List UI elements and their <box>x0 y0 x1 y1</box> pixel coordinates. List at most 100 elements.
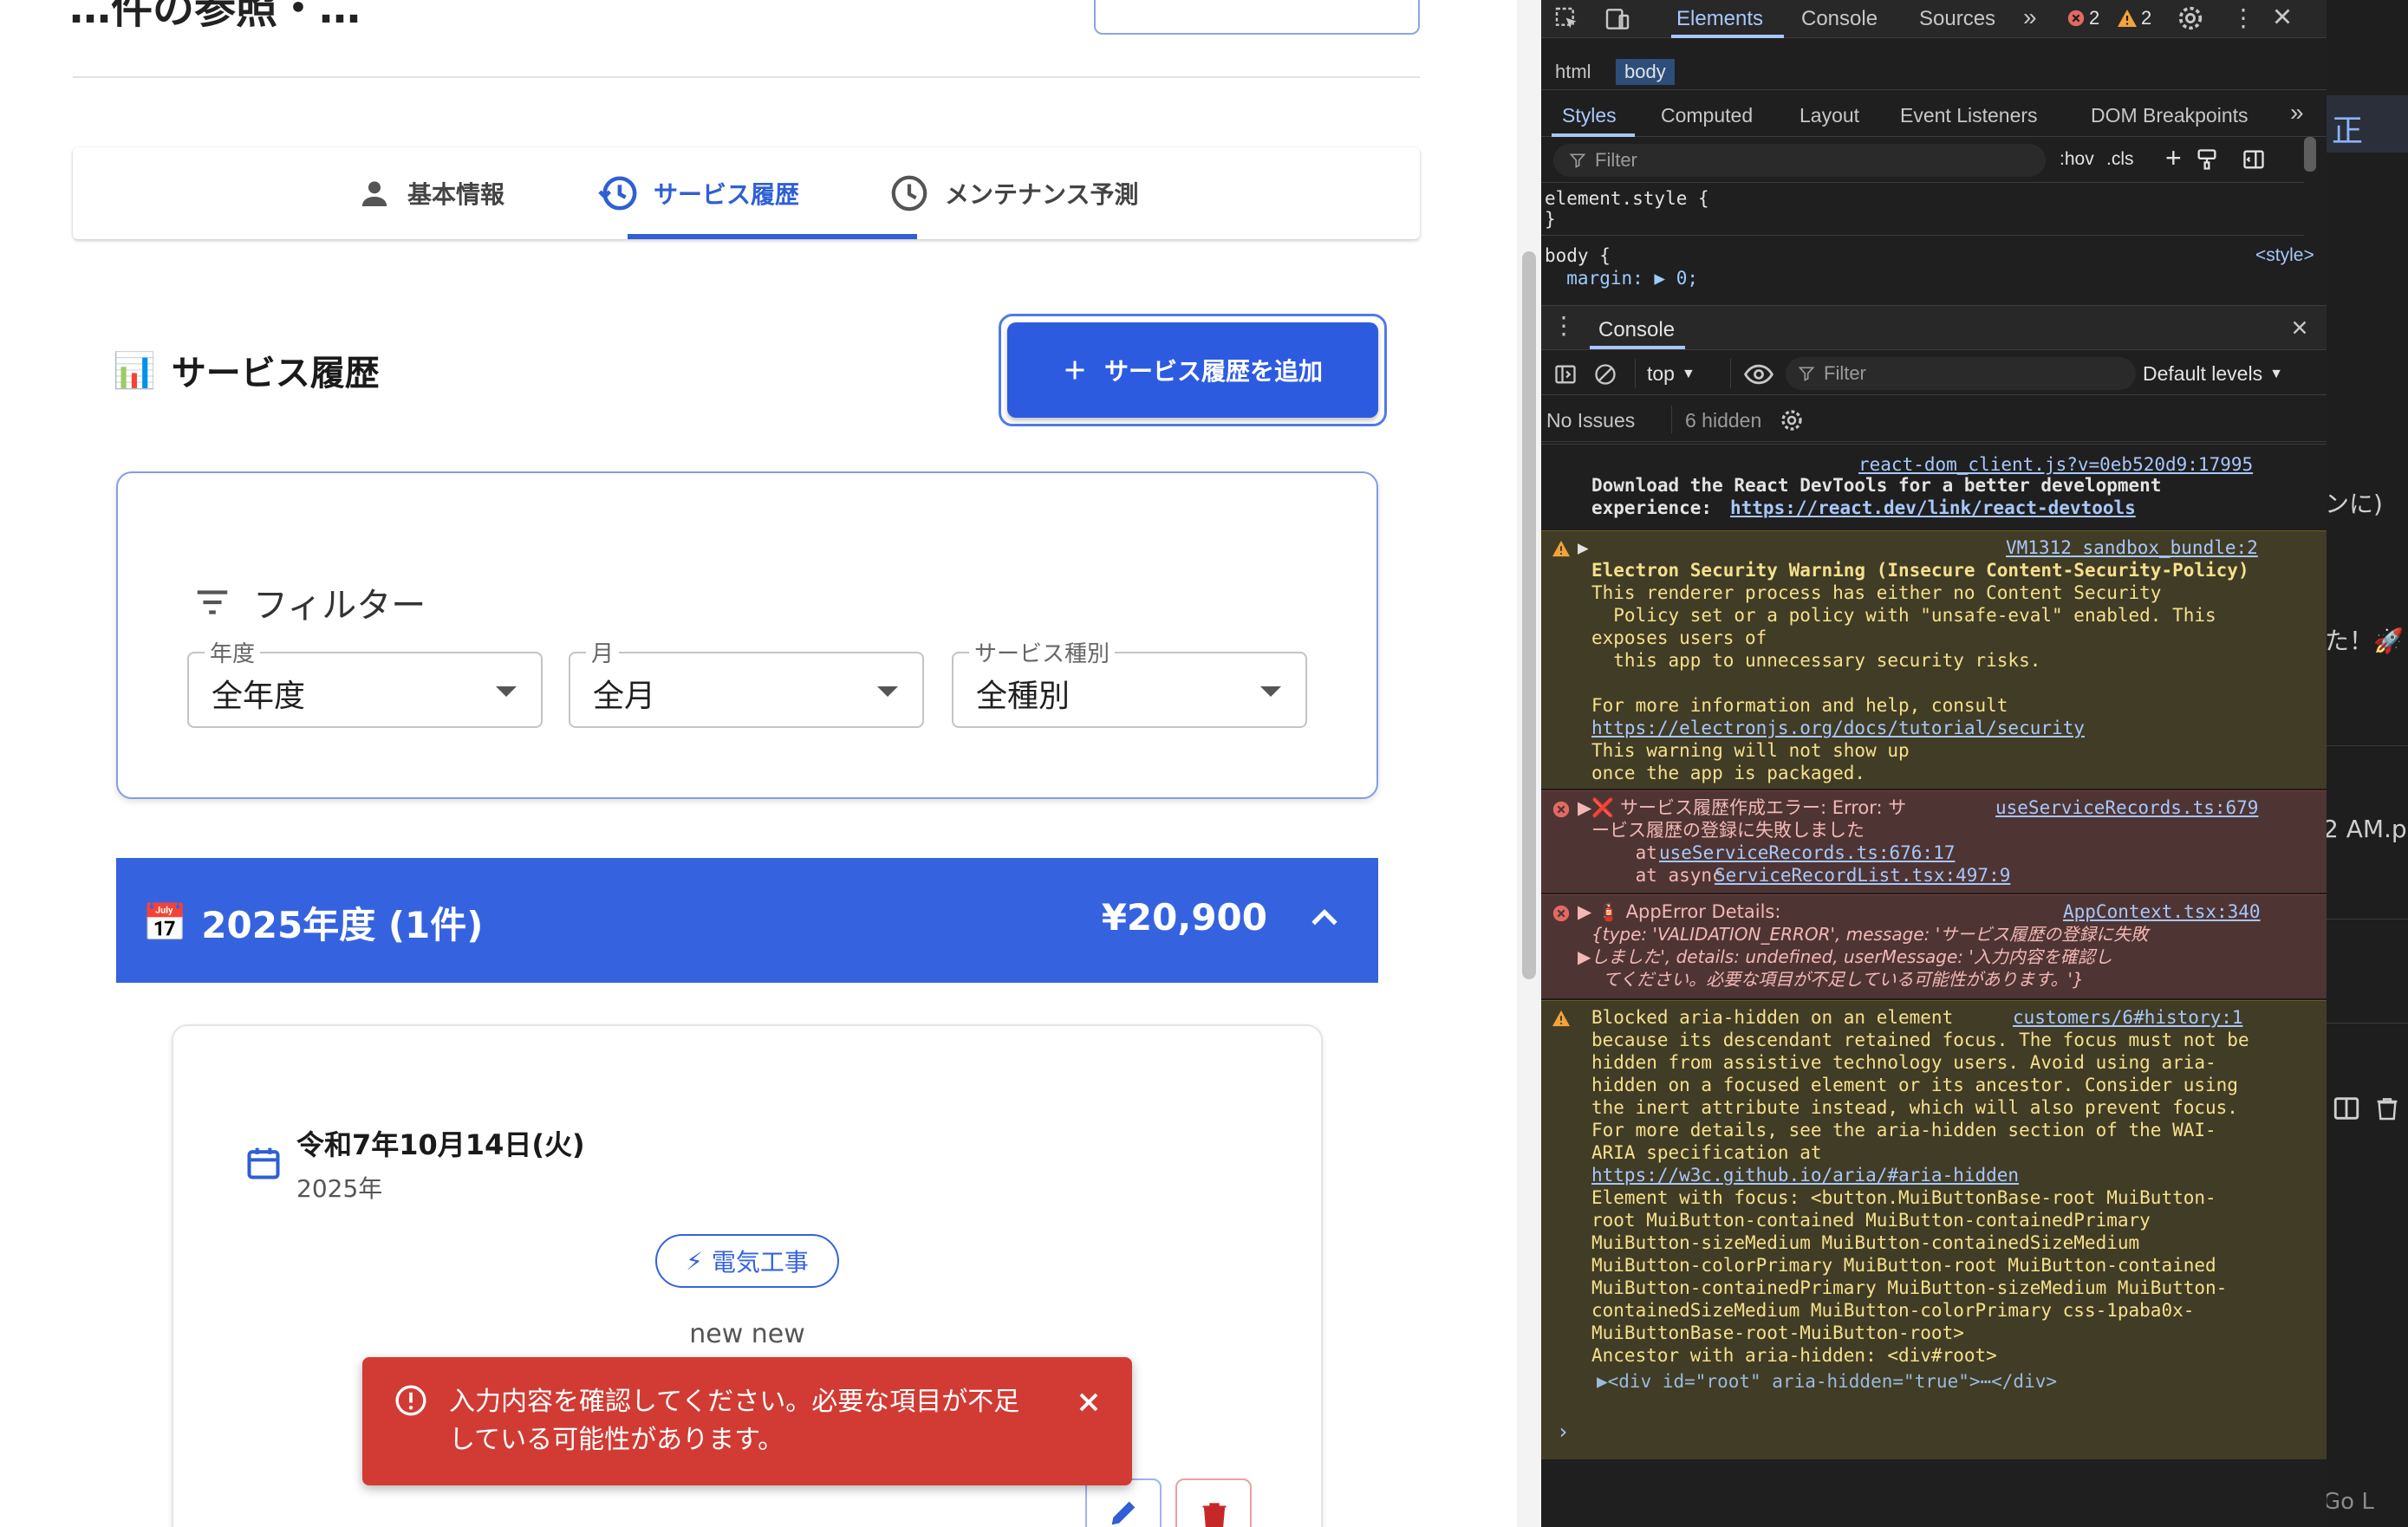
console-drawer-header: ⋮ Console <box>1541 305 2327 350</box>
styles-filter-row: Filter :hov .cls + <box>1541 139 2304 182</box>
message-text: MuiButton-sizeMedium MuiButton-contained… <box>1591 1232 2140 1253</box>
service-type-select-value: 全種別 <box>976 679 1071 714</box>
expand-triangle-icon[interactable]: ▶ <box>1578 536 1589 559</box>
close-icon[interactable] <box>1073 1387 1104 1418</box>
tab-basic-info[interactable]: 基本情報 <box>357 147 504 239</box>
message-link[interactable]: https://react.dev/link/react-devtools <box>1730 497 2136 519</box>
filter-heading-text: フィルター <box>253 586 426 626</box>
device-toolbar-icon[interactable] <box>1604 5 1631 33</box>
console-prompt[interactable]: › <box>1557 1420 1569 1444</box>
chevron-up-icon[interactable] <box>1305 900 1344 938</box>
message-source-link[interactable]: AppContext.tsx:340 <box>2063 900 2261 923</box>
devtools-panel: Elements Console Sources » 2 2 ⋮ html bo… <box>1541 0 2327 1527</box>
breadcrumb-html[interactable]: html <box>1546 59 1600 85</box>
style-source-link[interactable]: <style> <box>2255 245 2314 266</box>
bar-chart-icon: 📊 <box>113 350 156 391</box>
stack-frame-link[interactable]: ServiceRecordList.tsx:497:9 <box>1715 864 2010 887</box>
message-source-link[interactable]: react-dom_client.js?v=0eb520d9:17995 <box>1858 453 2253 476</box>
settings-gear-icon[interactable] <box>2176 3 2205 33</box>
month-select[interactable]: 月 全月 <box>569 636 924 728</box>
pencil-icon <box>1106 1496 1141 1527</box>
cls-toggle[interactable]: .cls <box>2106 149 2134 170</box>
stack-frame-link[interactable]: useServiceRecords.ts:676:17 <box>1659 841 1955 864</box>
message-text[interactable]: ▶❌ サービス履歴作成エラー: Error: サ <box>1578 796 1906 819</box>
devtools-tab-elements[interactable]: Elements <box>1676 7 1763 31</box>
style-rule-line[interactable]: margin: ▶ 0; <box>1545 268 1698 289</box>
paint-brush-icon[interactable] <box>2195 147 2219 172</box>
console-filter-input[interactable]: Filter <box>1786 357 2136 390</box>
year-select[interactable]: 年度 全年度 <box>187 636 543 728</box>
subtab-layout[interactable]: Layout <box>1799 104 1859 127</box>
strip-text: ンに) <box>2327 490 2383 518</box>
styles-filter-input[interactable]: Filter <box>1553 144 2046 177</box>
message-source-link[interactable]: useServiceRecords.ts:679 <box>1995 796 2258 819</box>
year-group-header[interactable]: 📅 2025年度 (1件) ¥20,900 <box>116 858 1378 983</box>
console-message-warning: ▶ VM1312 sandbox_bundle:2 Electron Secur… <box>1541 530 2327 789</box>
hov-toggle[interactable]: :hov <box>2060 149 2094 170</box>
error-circle-icon <box>2066 9 2086 28</box>
dom-node-preview[interactable]: ▶<div id="root" aria-hidden="true">⋯</di… <box>1597 1370 2057 1393</box>
object-preview[interactable]: ▶しました', details: undefined, userMessage:… <box>1578 945 2112 968</box>
add-service-record-button[interactable]: サービス履歴を追加 <box>1007 322 1378 418</box>
more-options-icon[interactable]: ⋮ <box>2231 3 2255 32</box>
issues-status[interactable]: No Issues <box>1546 409 1635 432</box>
devtools-tab-console[interactable]: Console <box>1801 7 1878 31</box>
toggle-sidebar-icon[interactable] <box>2242 147 2266 172</box>
warning-counter[interactable]: 2 <box>2117 7 2151 29</box>
header-action-box[interactable] <box>1094 0 1420 35</box>
clear-console-icon[interactable] <box>1593 362 1617 387</box>
subtab-dom-breakpoints[interactable]: DOM Breakpoints <box>2091 104 2249 127</box>
message-source-link[interactable]: VM1312 sandbox_bundle:2 <box>2006 536 2258 559</box>
message-text: Electron Security Warning (Insecure Cont… <box>1591 560 2249 581</box>
edit-record-button[interactable] <box>1085 1478 1162 1527</box>
log-levels-selector[interactable]: Default levels ▼ <box>2143 362 2283 386</box>
subtab-event-listeners[interactable]: Event Listeners <box>1900 104 2038 127</box>
new-rule-plus-icon[interactable]: + <box>2165 142 2182 174</box>
message-text: because its descendant retained focus. T… <box>1591 1030 2249 1050</box>
live-expression-eye-icon[interactable] <box>1744 362 1773 387</box>
console-filter-placeholder: Filter <box>1824 362 1866 384</box>
console-sidebar-icon[interactable] <box>1553 362 1578 387</box>
subtab-computed[interactable]: Computed <box>1661 104 1753 127</box>
error-counter[interactable]: 2 <box>2066 7 2099 29</box>
message-link[interactable]: https://electronjs.org/docs/tutorial/sec… <box>1591 717 2085 739</box>
more-tabs-icon[interactable]: » <box>2023 3 2037 31</box>
inspect-element-icon[interactable] <box>1553 5 1581 33</box>
style-rule-line[interactable]: body { <box>1545 245 1611 266</box>
close-drawer-icon[interactable] <box>2288 316 2311 339</box>
dom-breadcrumb: html body <box>1541 52 2327 90</box>
styles-subtabs: Styles Computed Layout Event Listeners D… <box>1541 94 2327 137</box>
message-text[interactable]: ▶ 🧯 AppError Details: <box>1578 900 1780 923</box>
error-snackbar: 入力内容を確認してください。必要な項目が不足している可能性があります。 <box>362 1357 1132 1485</box>
tab-service-history[interactable]: サービス履歴 <box>598 147 799 239</box>
error-count: 2 <box>2089 7 2100 29</box>
tab-maintenance-forecast[interactable]: メンテナンス予測 <box>889 147 1138 239</box>
console-settings-gear-icon[interactable] <box>1779 407 1805 433</box>
drawer-tab-console[interactable]: Console <box>1598 318 1675 342</box>
console-message-warning: customers/6#history:1 Blocked aria-hidde… <box>1541 1000 2327 1459</box>
message-source-link[interactable]: customers/6#history:1 <box>2013 1006 2243 1029</box>
warning-triangle-icon <box>2117 9 2138 28</box>
drawer-menu-icon[interactable]: ⋮ <box>1552 311 1576 340</box>
trash-icon[interactable] <box>2373 1094 2401 1123</box>
devtools-tab-sources[interactable]: Sources <box>1919 7 1995 31</box>
service-type-select[interactable]: サービス種別 全種別 <box>952 636 1307 728</box>
subtab-styles[interactable]: Styles <box>1562 104 1617 127</box>
warning-triangle-icon <box>1552 540 1571 557</box>
styles-scrollbar-thumb[interactable] <box>2304 137 2316 172</box>
active-subtab-indicator <box>1552 133 1635 137</box>
context-selector[interactable]: top ▼ <box>1647 362 1695 386</box>
style-rule-line[interactable]: element.style { <box>1545 188 1709 209</box>
section-title: 📊 サービス履歴 <box>113 345 380 395</box>
message-link[interactable]: https://w3c.github.io/aria/#aria-hidden <box>1591 1164 2019 1186</box>
breadcrumb-body[interactable]: body <box>1616 59 1675 85</box>
more-subtabs-icon[interactable]: » <box>2290 99 2304 127</box>
delete-record-button[interactable] <box>1175 1478 1252 1527</box>
toolbar-separator <box>1635 359 1636 388</box>
split-view-icon[interactable] <box>2332 1094 2361 1123</box>
console-message-error: ▶❌ サービス履歴作成エラー: Error: サ useServiceRecor… <box>1541 790 2327 893</box>
caret-down-icon: ▼ <box>1681 366 1695 381</box>
close-devtools-icon[interactable] <box>2269 3 2295 29</box>
styles-filter-placeholder: Filter <box>1595 149 1637 171</box>
app-scrollbar-thumb[interactable] <box>1522 251 1536 979</box>
